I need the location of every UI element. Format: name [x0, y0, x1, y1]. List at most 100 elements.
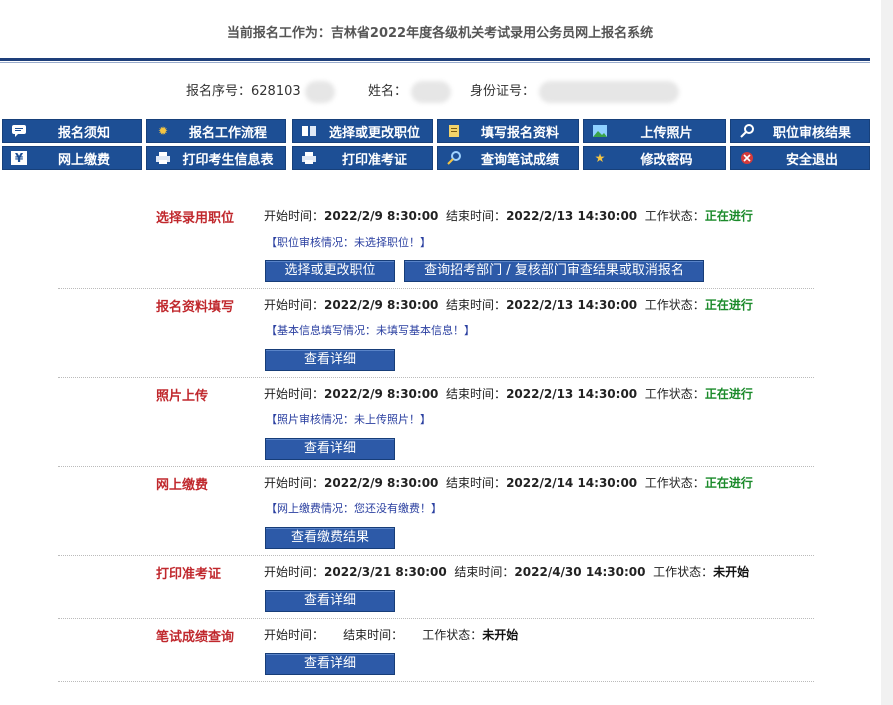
- logout-icon: [739, 151, 755, 165]
- nav-workflow[interactable]: ✹ 报名工作流程: [146, 119, 286, 143]
- start-time: 2022/2/9 8:30:00: [324, 387, 439, 401]
- name-redaction: [411, 80, 452, 103]
- end-label: 结束时间：: [446, 387, 507, 401]
- id-label: 身份证号：: [470, 84, 536, 99]
- status-label: 工作状态：: [644, 298, 705, 312]
- photo-icon: [592, 124, 608, 138]
- view-details-button[interactable]: 查看详细: [265, 349, 395, 371]
- start-time: 2022/3/21 8:30:00: [324, 565, 447, 579]
- print-icon: [155, 151, 171, 165]
- nav-query-score[interactable]: 查询笔试成绩: [437, 146, 579, 170]
- start-time: 2022/2/9 8:30:00: [324, 298, 439, 312]
- section-timeline: 开始时间：2022/2/9 8:30:00 结束时间：2022/2/13 14:…: [264, 207, 753, 224]
- nav-change-password-label: 修改密码: [640, 152, 693, 168]
- reg-no-value: 628103: [251, 84, 301, 99]
- page-header-title: 当前报名工作为：吉林省2022年度各级机关考试录用公务员网上报名系统: [226, 26, 654, 41]
- status-value: 未开始: [482, 628, 519, 642]
- section-divider: [58, 377, 814, 378]
- name-field: 姓名：: [368, 80, 452, 103]
- start-label: 开始时间：: [264, 298, 325, 312]
- end-label: 结束时间：: [446, 298, 507, 312]
- scrollbar[interactable]: [881, 0, 893, 705]
- nav-online-payment[interactable]: ¥ 网上缴费: [2, 146, 142, 170]
- section-timeline: 开始时间： 结束时间： 工作状态：未开始: [264, 626, 518, 643]
- payment-icon: ¥: [11, 151, 27, 165]
- nav-upload-photo-label: 上传照片: [640, 125, 693, 141]
- status-label: 工作状态：: [422, 628, 483, 642]
- id-field: 身份证号：: [470, 80, 680, 103]
- status-value: 未开始: [713, 565, 750, 579]
- nav-fill-form[interactable]: 填写报名资料: [437, 119, 579, 143]
- review-icon: [739, 124, 755, 138]
- status-label: 工作状态：: [644, 209, 705, 223]
- nav-online-payment-label: 网上缴费: [57, 152, 110, 168]
- section-status-note: 【网上缴费情况：您还没有缴费！】: [266, 502, 442, 515]
- section-timeline: 开始时间：2022/3/21 8:30:00 结束时间：2022/4/30 14…: [264, 563, 749, 580]
- position-icon: [301, 124, 317, 138]
- section-title-fill-form: 报名资料填写: [156, 300, 235, 315]
- nav-select-position[interactable]: 选择或更改职位: [292, 119, 433, 143]
- nav-change-password[interactable]: ★ 修改密码: [583, 146, 726, 170]
- view-details-button[interactable]: 查看详细: [265, 438, 395, 460]
- nav-upload-photo[interactable]: 上传照片: [583, 119, 726, 143]
- nav-logout[interactable]: 安全退出: [730, 146, 870, 170]
- section-timeline: 开始时间：2022/2/9 8:30:00 结束时间：2022/2/13 14:…: [264, 296, 753, 313]
- status-value: 正在进行: [704, 387, 753, 401]
- start-label: 开始时间：: [264, 565, 325, 579]
- end-time: 2022/2/13 14:30:00: [506, 209, 638, 223]
- reg-no-label: 报名序号：: [186, 84, 252, 99]
- nav-print-info[interactable]: 打印考生信息表: [146, 146, 286, 170]
- nav-workflow-label: 报名工作流程: [188, 125, 267, 141]
- start-label: 开始时间：: [264, 476, 325, 490]
- section-status-note: 【职位审核情况：未选择职位！】: [266, 236, 431, 249]
- nav-position-review-label: 职位审核结果: [772, 125, 851, 141]
- nav-print-admission[interactable]: 打印准考证: [292, 146, 433, 170]
- section-title-print-admission: 打印准考证: [156, 567, 222, 582]
- nav-position-review[interactable]: 职位审核结果: [730, 119, 870, 143]
- section-timeline: 开始时间：2022/2/9 8:30:00 结束时间：2022/2/14 14:…: [264, 474, 753, 491]
- end-time: 2022/4/30 14:30:00: [514, 565, 646, 579]
- section-divider: [58, 555, 814, 556]
- reg-no-redaction: [304, 80, 335, 103]
- section-title-select-position: 选择录用职位: [156, 211, 235, 226]
- nav-query-score-label: 查询笔试成绩: [480, 152, 559, 168]
- end-label: 结束时间：: [446, 476, 507, 490]
- view-details-button[interactable]: 查看详细: [265, 590, 395, 612]
- status-label: 工作状态：: [644, 476, 705, 490]
- query-review-result-button[interactable]: 查询招考部门 / 复核部门审查结果或取消报名: [404, 260, 704, 282]
- section-title-score-query: 笔试成绩查询: [156, 630, 235, 645]
- password-icon: ★: [594, 151, 606, 165]
- view-payment-result-button[interactable]: 查看缴费结果: [265, 527, 395, 549]
- start-time: 2022/2/9 8:30:00: [324, 476, 439, 490]
- nav-fill-form-label: 填写报名资料: [480, 125, 559, 141]
- nav-notice[interactable]: 报名须知: [2, 119, 142, 143]
- section-status-note: 【照片审核情况：未上传照片！】: [266, 413, 431, 426]
- status-label: 工作状态：: [653, 565, 714, 579]
- nav-logout-label: 安全退出: [785, 152, 838, 168]
- section-divider: [58, 681, 814, 682]
- form-icon: [446, 124, 462, 138]
- status-value: 正在进行: [704, 476, 753, 490]
- section-title-photo-upload: 照片上传: [156, 389, 209, 404]
- print-icon: [301, 151, 317, 165]
- start-time: 2022/2/9 8:30:00: [324, 209, 439, 223]
- section-status-note: 【基本信息填写情况：未填写基本信息！】: [266, 324, 475, 337]
- section-divider: [58, 618, 814, 619]
- flow-icon: ✹: [157, 124, 169, 138]
- id-redaction: [539, 80, 680, 103]
- status-value: 正在进行: [704, 209, 753, 223]
- nav-notice-label: 报名须知: [57, 125, 110, 141]
- start-label: 开始时间：: [264, 387, 325, 401]
- name-label: 姓名：: [368, 84, 408, 99]
- nav-print-admission-label: 打印准考证: [341, 152, 407, 168]
- section-timeline: 开始时间：2022/2/9 8:30:00 结束时间：2022/2/13 14:…: [264, 385, 753, 402]
- reg-no-field: 报名序号：628103: [186, 80, 335, 103]
- view-details-button[interactable]: 查看详细: [265, 653, 395, 675]
- header-divider-thick: [0, 58, 870, 61]
- start-label: 开始时间：: [264, 209, 325, 223]
- nav-print-info-label: 打印考生信息表: [182, 152, 274, 168]
- end-time: 2022/2/13 14:30:00: [506, 298, 638, 312]
- end-time: 2022/2/13 14:30:00: [506, 387, 638, 401]
- select-position-button[interactable]: 选择或更改职位: [265, 260, 395, 282]
- status-label: 工作状态：: [644, 387, 705, 401]
